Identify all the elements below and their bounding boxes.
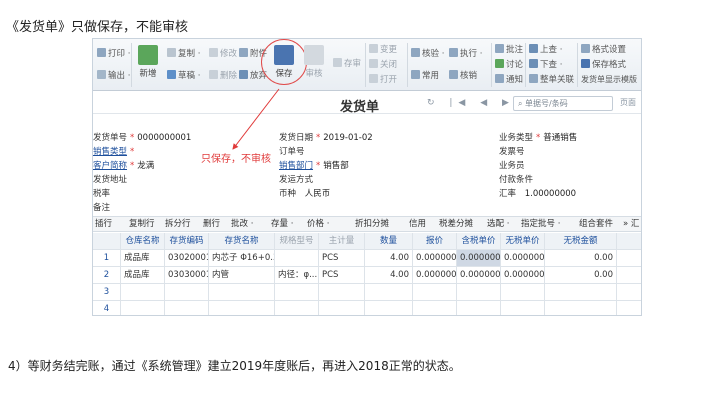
cell-qty[interactable] — [365, 284, 413, 300]
cell-notax-amount[interactable] — [545, 284, 617, 300]
grid-header: 仓库名称 — [121, 233, 165, 249]
cell-unit[interactable] — [319, 284, 365, 300]
cell-quote[interactable] — [413, 284, 457, 300]
cell-code[interactable]: 03030001 — [165, 267, 209, 283]
row-number: 1 — [93, 250, 121, 266]
row-number: 2 — [93, 267, 121, 283]
cell-spec[interactable] — [275, 284, 319, 300]
cell-qty[interactable] — [365, 301, 413, 315]
grid-header-row: 仓库名称 存货编码 存货名称 规格型号 主计量 数量 报价 含税单价 无税单价 … — [93, 233, 641, 250]
grid-header: 报价 — [413, 233, 457, 249]
cell-name[interactable] — [209, 301, 275, 315]
annotation-text: 只保存，不审核 — [201, 154, 271, 165]
table-row[interactable]: 4 — [93, 301, 641, 315]
grid-header — [93, 233, 121, 249]
cell-notax-price[interactable]: 0.000000 — [501, 267, 545, 283]
batch-no-button[interactable]: 指定批号 · — [521, 218, 560, 231]
delete-row-button[interactable]: 删行 — [203, 218, 220, 231]
table-row[interactable]: 1 成品库 03020001 内芯子 Φ16+0.3 PCS 4.00 0.00… — [93, 250, 641, 267]
row-number: 4 — [93, 301, 121, 315]
cell-warehouse[interactable] — [121, 301, 165, 315]
grid-header: 数量 — [365, 233, 413, 249]
cell-spec[interactable]: 内径：φ... — [275, 267, 319, 283]
cell-tax-price[interactable] — [457, 284, 501, 300]
grid-header: 存货编码 — [165, 233, 209, 249]
table-row[interactable]: 3 — [93, 284, 641, 301]
cell-code[interactable] — [165, 301, 209, 315]
select-config-button[interactable]: 选配 · — [487, 218, 509, 231]
combo-button[interactable]: 组合套件 — [579, 218, 613, 231]
cell-name[interactable]: 内芯子 Φ16+0.3 — [209, 250, 275, 266]
cell-notax-price[interactable] — [501, 301, 545, 315]
more-button[interactable]: » 汇 — [623, 218, 639, 231]
cell-unit[interactable] — [319, 301, 365, 315]
cell-unit[interactable]: PCS — [319, 250, 365, 266]
grid-header: 规格型号 — [275, 233, 319, 249]
cell-notax-amount[interactable]: 0.00 — [545, 250, 617, 266]
cell-qty[interactable]: 4.00 — [365, 267, 413, 283]
cell-tax-price[interactable] — [457, 301, 501, 315]
cell-notax-amount[interactable]: 0.00 — [545, 267, 617, 283]
insert-row-button[interactable]: 插行 — [95, 218, 112, 231]
discount-button[interactable]: 折扣分摊 — [355, 218, 389, 231]
grid-header: 无税金额 — [545, 233, 617, 249]
cell-name[interactable]: 内管 — [209, 267, 275, 283]
batch-edit-button[interactable]: 批改 · — [231, 218, 253, 231]
cell-code[interactable] — [165, 284, 209, 300]
credit-button[interactable]: 信用 — [409, 218, 426, 231]
cell-quote[interactable]: 0.000000 — [413, 250, 457, 266]
row-number: 3 — [93, 284, 121, 300]
doc-footer: 4）等财务结完账，通过《系统管理》建立2019年度账后，再进入2018正常的状态… — [8, 359, 461, 373]
grid-header: 存货名称 — [209, 233, 275, 249]
cell-name[interactable] — [209, 284, 275, 300]
cell-code[interactable]: 03020001 — [165, 250, 209, 266]
table-row[interactable]: 2 成品库 03030001 内管 内径：φ... PCS 4.00 0.000… — [93, 267, 641, 284]
cell-notax-price[interactable] — [501, 284, 545, 300]
tax-diff-button[interactable]: 税差分摊 — [439, 218, 473, 231]
copy-row-button[interactable]: 复制行 — [129, 218, 155, 231]
cell-quote[interactable]: 0.000000 — [413, 267, 457, 283]
split-row-button[interactable]: 拆分行 — [165, 218, 191, 231]
cell-warehouse[interactable]: 成品库 — [121, 250, 165, 266]
cell-warehouse[interactable]: 成品库 — [121, 267, 165, 283]
cell-unit[interactable]: PCS — [319, 267, 365, 283]
stock-button[interactable]: 存量 · — [271, 218, 293, 231]
cell-notax-amount[interactable] — [545, 301, 617, 315]
cell-warehouse[interactable] — [121, 284, 165, 300]
cell-quote[interactable] — [413, 301, 457, 315]
grid-toolbar: 插行 复制行 拆分行 删行 批改 · 存量 · 价格 · 折扣分摊 信用 税差分… — [93, 216, 641, 232]
doc-heading: 《发货单》只做保存，不能审核 — [6, 20, 189, 35]
price-button[interactable]: 价格 · — [307, 218, 329, 231]
cell-notax-price[interactable]: 0.000000 — [501, 250, 545, 266]
cell-qty[interactable]: 4.00 — [365, 250, 413, 266]
cell-tax-price[interactable]: 0.000000 — [457, 267, 501, 283]
cell-tax-price[interactable]: 0.000000 — [457, 250, 501, 266]
erp-window: 打印 · 输出 · 新增 复制 · 草稿 · 修改 删除 附件 放弃 保存 审核… — [92, 38, 642, 316]
grid-header: 主计量 — [319, 233, 365, 249]
cell-spec[interactable] — [275, 250, 319, 266]
grid-header: 含税单价 — [457, 233, 501, 249]
cell-spec[interactable] — [275, 301, 319, 315]
grid-header: 无税单价 — [501, 233, 545, 249]
